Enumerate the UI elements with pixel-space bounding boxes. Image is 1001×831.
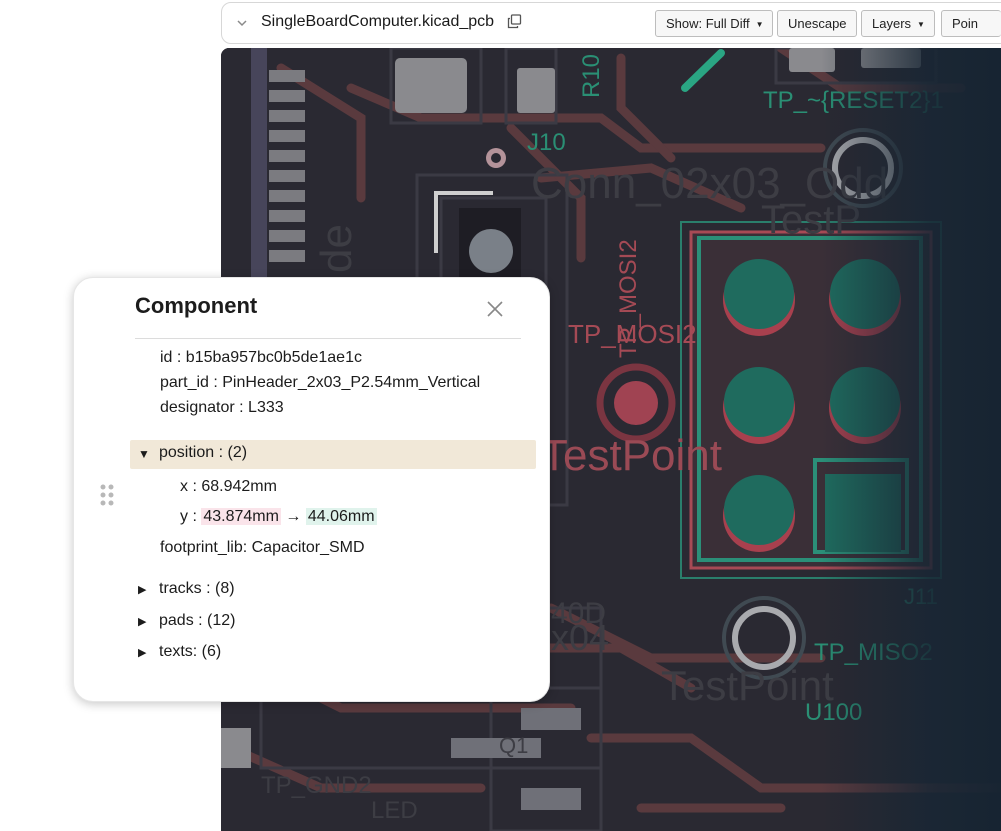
tracks-group-label[interactable]: tracks : (8) bbox=[159, 580, 235, 598]
pcb-label-r10: R10 bbox=[578, 54, 605, 98]
pcb-hole bbox=[469, 229, 513, 273]
field-position-x: x : 68.942mm bbox=[180, 478, 277, 495]
layers-label: Layers bbox=[872, 16, 912, 31]
pcb-pad bbox=[517, 68, 555, 113]
panel-title: Component bbox=[135, 293, 258, 318]
drag-handle-icon[interactable] bbox=[99, 483, 115, 513]
diff-arrow: → bbox=[285, 508, 302, 525]
unescape-button[interactable]: Unescape bbox=[777, 10, 857, 37]
pcb-testpoint-pad bbox=[614, 381, 658, 425]
triangle-right-icon[interactable]: ▶ bbox=[138, 583, 146, 596]
points-button[interactable]: Poin bbox=[941, 10, 1001, 37]
diff-old-value: 43.874mm bbox=[201, 508, 281, 525]
field-id: id : b15ba957bc0b5de1ae1c bbox=[160, 349, 362, 366]
pcb-pad bbox=[521, 788, 581, 810]
position-group-header[interactable]: ▼ position : (2) bbox=[130, 440, 536, 469]
pcb-label-tp-reset: TP_~{RESET2}1 bbox=[763, 87, 944, 114]
show-diff-select[interactable]: Show: Full Diff ▼ bbox=[655, 10, 773, 37]
field-position-y-label: y : bbox=[180, 508, 197, 525]
copy-icon[interactable] bbox=[507, 14, 522, 29]
diff-new-value: 44.06mm bbox=[305, 508, 377, 525]
field-footprint-lib: footprint_lib: Capacitor_SMD bbox=[160, 539, 365, 556]
pcb-pad bbox=[395, 58, 467, 113]
pcb-strip bbox=[251, 48, 267, 278]
pcb-label-40d: 40D bbox=[551, 597, 606, 630]
pads-group-label[interactable]: pads : (12) bbox=[159, 612, 235, 630]
pcb-label-ghost: TestP bbox=[761, 198, 861, 242]
pcb-label-gnd: TP_GND2 bbox=[261, 772, 372, 799]
toolbar: SingleBoardComputer.kicad_pcb Show: Full… bbox=[221, 2, 1001, 44]
panel-divider bbox=[135, 338, 521, 339]
pcb-label-u100: U100 bbox=[805, 699, 862, 726]
field-position-y: y : 43.874mm → 44.06mm bbox=[180, 508, 377, 526]
pcb-pad bbox=[221, 728, 251, 768]
position-label: position : (2) bbox=[159, 444, 248, 461]
pcb-label-j11: J11 bbox=[904, 584, 938, 609]
pcb-pad bbox=[521, 708, 581, 730]
points-label: Poin bbox=[952, 16, 979, 31]
caret-down-icon: ▼ bbox=[755, 20, 764, 29]
pcb-label-tp-mosi-h: TP_MOSI2 bbox=[568, 319, 697, 349]
component-panel: Component id : b15ba957bc0b5de1ae1c part… bbox=[73, 277, 550, 702]
close-icon[interactable] bbox=[486, 300, 504, 318]
chevron-down-icon[interactable] bbox=[236, 17, 248, 29]
pcb-label-led: LED bbox=[371, 797, 418, 824]
pcb-via-hole bbox=[491, 153, 501, 163]
field-designator: designator : L333 bbox=[160, 399, 284, 416]
pcb-label-bg: de bbox=[312, 224, 361, 273]
pcb-label-testpoint: TestPoint bbox=[541, 431, 722, 480]
triangle-right-icon[interactable]: ▶ bbox=[138, 615, 146, 628]
triangle-right-icon[interactable]: ▶ bbox=[138, 646, 146, 659]
triangle-down-icon: ▼ bbox=[138, 447, 150, 461]
layers-select[interactable]: Layers ▼ bbox=[861, 10, 935, 37]
texts-group-label[interactable]: texts: (6) bbox=[159, 643, 221, 661]
pcb-pad bbox=[861, 48, 921, 68]
show-diff-label: Show: Full Diff bbox=[666, 16, 750, 31]
field-part-id: part_id : PinHeader_2x03_P2.54mm_Vertica… bbox=[160, 374, 481, 391]
file-name: SingleBoardComputer.kicad_pcb bbox=[261, 13, 495, 30]
pcb-label-j10: J10 bbox=[527, 129, 566, 156]
caret-down-icon: ▼ bbox=[917, 20, 925, 29]
unescape-label: Unescape bbox=[788, 16, 847, 31]
pcb-label-q1: Q1 bbox=[499, 733, 528, 758]
pcb-pad bbox=[789, 48, 835, 72]
